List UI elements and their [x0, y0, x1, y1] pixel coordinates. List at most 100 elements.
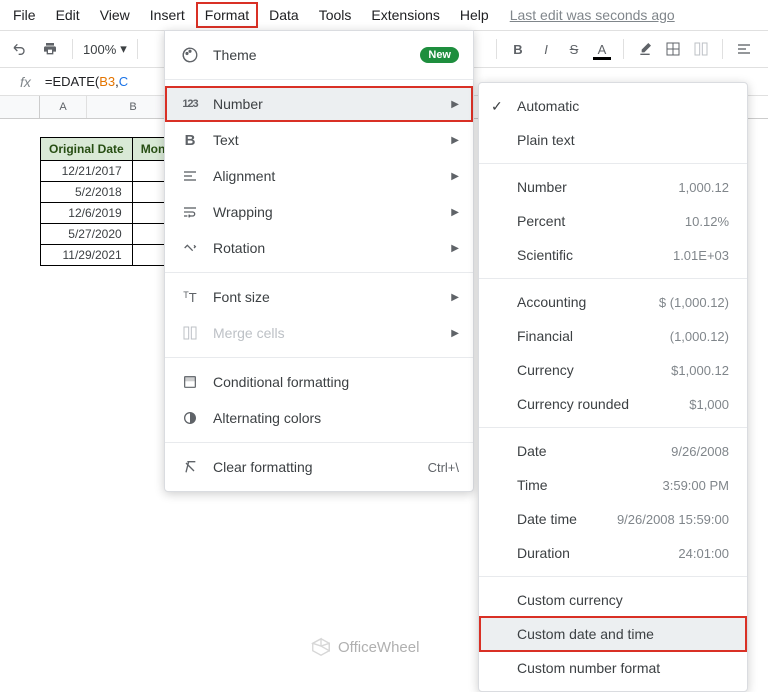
- menu-separator: [479, 576, 747, 577]
- bold-button[interactable]: B: [505, 36, 531, 62]
- menu-separator: [479, 427, 747, 428]
- menu-extensions[interactable]: Extensions: [362, 2, 448, 28]
- clear-icon: [179, 459, 201, 475]
- number-duration-label: Duration: [517, 545, 678, 561]
- cell-date[interactable]: 5/2/2018: [41, 182, 133, 203]
- undo-button[interactable]: [8, 37, 32, 61]
- number-date[interactable]: Date 9/26/2008: [479, 434, 747, 468]
- number-datetime-label: Date time: [517, 511, 617, 527]
- number-example: 1.01E+03: [673, 248, 729, 263]
- number-financial[interactable]: Financial (1,000.12): [479, 319, 747, 353]
- format-number[interactable]: 123 Number ▶: [165, 86, 473, 122]
- menu-format[interactable]: Format: [196, 2, 258, 28]
- submenu-arrow-icon: ▶: [451, 207, 459, 218]
- submenu-arrow-icon: ▶: [451, 243, 459, 254]
- submenu-arrow-icon: ▶: [451, 135, 459, 146]
- number-percent-label: Percent: [517, 213, 685, 229]
- toolbar-separator: [496, 39, 497, 59]
- number-datetime[interactable]: Date time 9/26/2008 15:59:00: [479, 502, 747, 536]
- select-all-cell[interactable]: [0, 96, 40, 118]
- menu-help[interactable]: Help: [451, 2, 498, 28]
- number-automatic-label: Automatic: [517, 98, 729, 114]
- format-conditional[interactable]: Conditional formatting: [165, 364, 473, 400]
- number-custom-number[interactable]: Custom number format: [479, 651, 747, 685]
- menu-separator: [165, 357, 473, 358]
- number-time-label: Time: [517, 477, 663, 493]
- number-scientific[interactable]: Scientific 1.01E+03: [479, 238, 747, 272]
- toolbar-separator: [722, 39, 723, 59]
- submenu-arrow-icon: ▶: [451, 99, 459, 110]
- menu-edit[interactable]: Edit: [47, 2, 89, 28]
- strikethrough-button[interactable]: S: [561, 36, 587, 62]
- number-duration[interactable]: Duration 24:01:00: [479, 536, 747, 570]
- toolbar-separator: [623, 39, 624, 59]
- format-text[interactable]: B Text ▶: [165, 122, 473, 158]
- menu-view[interactable]: View: [91, 2, 139, 28]
- shortcut-label: Ctrl+\: [428, 460, 459, 475]
- align-button[interactable]: [731, 36, 757, 62]
- header-original-date[interactable]: Original Date: [41, 138, 133, 161]
- number-example: 10.12%: [685, 214, 729, 229]
- format-wrapping-label: Wrapping: [213, 204, 451, 220]
- menu-data[interactable]: Data: [260, 2, 308, 28]
- number-date-label: Date: [517, 443, 671, 459]
- number-time[interactable]: Time 3:59:00 PM: [479, 468, 747, 502]
- bold-icon: B: [179, 132, 201, 149]
- format-wrapping[interactable]: Wrapping ▶: [165, 194, 473, 230]
- cell-date[interactable]: 12/21/2017: [41, 161, 133, 182]
- format-alternating[interactable]: Alternating colors: [165, 400, 473, 436]
- number-currency[interactable]: Currency $1,000.12: [479, 353, 747, 387]
- logo-icon: [310, 636, 332, 658]
- theme-icon: [179, 46, 201, 64]
- format-theme[interactable]: Theme New: [165, 37, 473, 73]
- cell-date[interactable]: 12/6/2019: [41, 203, 133, 224]
- format-rotation[interactable]: Rotation ▶: [165, 230, 473, 266]
- format-alignment[interactable]: Alignment ▶: [165, 158, 473, 194]
- format-clear-label: Clear formatting: [213, 459, 428, 475]
- number-custom-number-label: Custom number format: [517, 660, 729, 676]
- menubar: File Edit View Insert Format Data Tools …: [0, 0, 768, 30]
- format-merge-label: Merge cells: [213, 325, 451, 341]
- number-custom-currency[interactable]: Custom currency: [479, 583, 747, 617]
- format-text-label: Text: [213, 132, 451, 148]
- merge-button[interactable]: [688, 36, 714, 62]
- number-number[interactable]: Number 1,000.12: [479, 170, 747, 204]
- italic-button[interactable]: I: [533, 36, 559, 62]
- table-header-row: Original Date Mon: [41, 138, 174, 161]
- number-currency-label: Currency: [517, 362, 671, 378]
- format-fontsize[interactable]: TT Font size ▶: [165, 279, 473, 315]
- menu-tools[interactable]: Tools: [310, 2, 361, 28]
- number-currency-rounded[interactable]: Currency rounded $1,000: [479, 387, 747, 421]
- number-example: 9/26/2008 15:59:00: [617, 512, 729, 527]
- number-automatic[interactable]: ✓ Automatic: [479, 89, 747, 123]
- alternating-icon: [179, 410, 201, 426]
- last-edit-link[interactable]: Last edit was seconds ago: [510, 7, 675, 23]
- borders-button[interactable]: [660, 36, 686, 62]
- number-custom-datetime[interactable]: Custom date and time: [479, 616, 747, 652]
- text-color-button[interactable]: A: [589, 36, 615, 62]
- menu-file[interactable]: File: [4, 2, 45, 28]
- column-header-a[interactable]: A: [40, 96, 87, 118]
- fill-color-button[interactable]: [632, 36, 658, 62]
- format-alignment-label: Alignment: [213, 168, 451, 184]
- zoom-selector[interactable]: 100%▾: [83, 41, 127, 57]
- number-percent[interactable]: Percent 10.12%: [479, 204, 747, 238]
- number-plaintext[interactable]: Plain text: [479, 123, 747, 157]
- print-button[interactable]: [38, 37, 62, 61]
- cell-date[interactable]: 11/29/2021: [41, 245, 133, 266]
- menu-separator: [165, 272, 473, 273]
- check-icon: ✓: [491, 98, 511, 115]
- menu-insert[interactable]: Insert: [141, 2, 194, 28]
- table-row: 5/27/2020: [41, 224, 174, 245]
- cell-date[interactable]: 5/27/2020: [41, 224, 133, 245]
- number-accounting[interactable]: Accounting $ (1,000.12): [479, 285, 747, 319]
- format-clear[interactable]: Clear formatting Ctrl+\: [165, 449, 473, 485]
- number-example: $1,000.12: [671, 363, 729, 378]
- number-financial-label: Financial: [517, 328, 670, 344]
- new-badge: New: [420, 47, 459, 63]
- watermark-text: OfficeWheel: [338, 639, 419, 656]
- number-scientific-label: Scientific: [517, 247, 673, 263]
- number-icon: 123: [179, 98, 201, 110]
- number-accounting-label: Accounting: [517, 294, 659, 310]
- number-example: 3:59:00 PM: [663, 478, 730, 493]
